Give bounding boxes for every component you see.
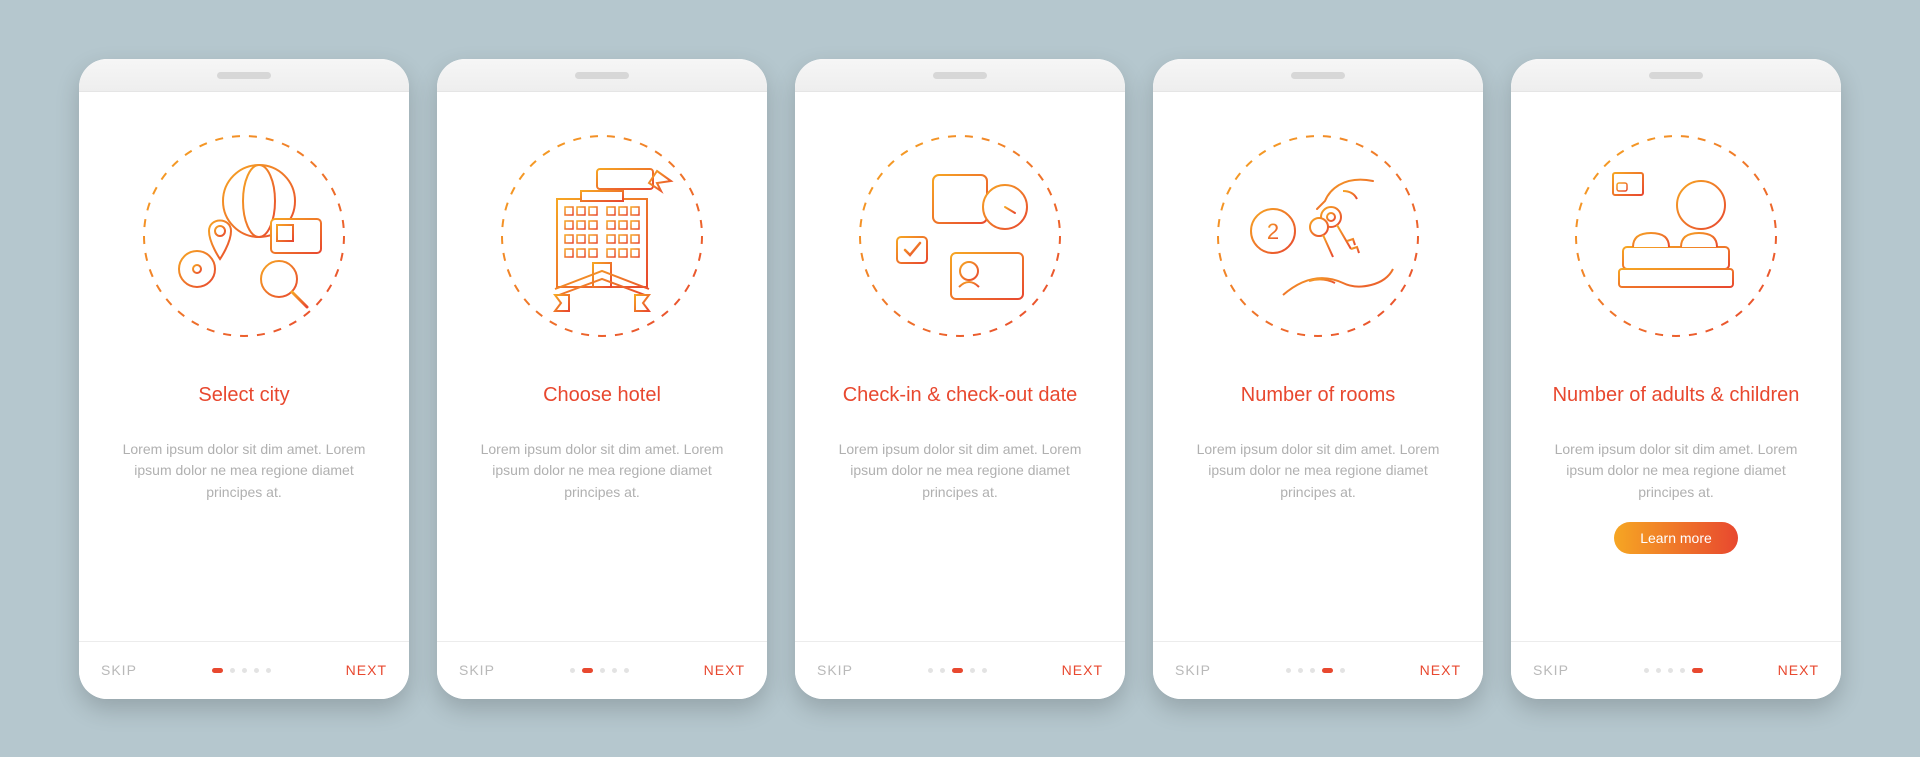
next-button[interactable]: NEXT [1778, 662, 1819, 678]
onboarding-title: Check-in & check-out date [843, 369, 1078, 421]
phone-frame: Select city Lorem ipsum dolor sit dim am… [79, 59, 409, 699]
hotel-building-icon [497, 131, 707, 341]
dot [570, 668, 575, 673]
onboarding-title: Choose hotel [543, 369, 661, 421]
dot [982, 668, 987, 673]
dot [1298, 668, 1303, 673]
dot [600, 668, 605, 673]
phone-speaker [1649, 72, 1703, 79]
onboarding-description: Lorem ipsum dolor sit dim amet. Lorem ip… [463, 439, 741, 504]
next-button[interactable]: NEXT [704, 662, 745, 678]
onboarding-title: Number of rooms [1241, 369, 1396, 421]
dot [254, 668, 259, 673]
dot [266, 668, 271, 673]
onboarding-screen: 2 Number of rooms Lorem ipsum dolor sit … [1153, 95, 1483, 699]
dot [1322, 668, 1333, 673]
onboarding-title: Number of adults & children [1553, 369, 1800, 421]
dot [242, 668, 247, 673]
dot [1680, 668, 1685, 673]
dot [230, 668, 235, 673]
page-indicator [928, 668, 987, 673]
bed-plus-icon [1571, 131, 1781, 341]
next-button[interactable]: NEXT [346, 662, 387, 678]
phone-frame: 2 Number of rooms Lorem ipsum dolor sit … [1153, 59, 1483, 699]
dot [1692, 668, 1703, 673]
keys-hand-icon: 2 [1213, 131, 1423, 341]
onboarding-footer: SKIP NEXT [1153, 641, 1483, 699]
page-indicator [1644, 668, 1703, 673]
dot [970, 668, 975, 673]
calendar-clock-icon [855, 131, 1065, 341]
phone-frame: Check-in & check-out date Lorem ipsum do… [795, 59, 1125, 699]
dot [212, 668, 223, 673]
phone-speaker [575, 72, 629, 79]
globe-map-pin-icon [139, 131, 349, 341]
phone-speaker [1291, 72, 1345, 79]
next-button[interactable]: NEXT [1062, 662, 1103, 678]
onboarding-footer: SKIP NEXT [1511, 641, 1841, 699]
next-button[interactable]: NEXT [1420, 662, 1461, 678]
phone-frame: Number of adults & children Lorem ipsum … [1511, 59, 1841, 699]
onboarding-description: Lorem ipsum dolor sit dim amet. Lorem ip… [105, 439, 383, 504]
dot [624, 668, 629, 673]
dot [1656, 668, 1661, 673]
skip-button[interactable]: SKIP [817, 662, 853, 678]
dot [952, 668, 963, 673]
dot [1310, 668, 1315, 673]
learn-more-button[interactable]: Learn more [1614, 522, 1738, 554]
onboarding-footer: SKIP NEXT [437, 641, 767, 699]
dot [1644, 668, 1649, 673]
skip-button[interactable]: SKIP [1533, 662, 1569, 678]
dot [1340, 668, 1345, 673]
svg-text:2: 2 [1267, 219, 1279, 244]
onboarding-description: Lorem ipsum dolor sit dim amet. Lorem ip… [1537, 439, 1815, 504]
dot [582, 668, 593, 673]
skip-button[interactable]: SKIP [101, 662, 137, 678]
dot [1668, 668, 1673, 673]
onboarding-screen: Choose hotel Lorem ipsum dolor sit dim a… [437, 95, 767, 699]
dot [928, 668, 933, 673]
onboarding-screen: Number of adults & children Lorem ipsum … [1511, 95, 1841, 699]
page-indicator [1286, 668, 1345, 673]
page-indicator [212, 668, 271, 673]
phone-speaker [217, 72, 271, 79]
onboarding-description: Lorem ipsum dolor sit dim amet. Lorem ip… [1179, 439, 1457, 504]
dot [612, 668, 617, 673]
onboarding-screen: Check-in & check-out date Lorem ipsum do… [795, 95, 1125, 699]
onboarding-screen: Select city Lorem ipsum dolor sit dim am… [79, 95, 409, 699]
onboarding-footer: SKIP NEXT [79, 641, 409, 699]
dot [1286, 668, 1291, 673]
onboarding-footer: SKIP NEXT [795, 641, 1125, 699]
page-indicator [570, 668, 629, 673]
skip-button[interactable]: SKIP [459, 662, 495, 678]
phone-frame: Choose hotel Lorem ipsum dolor sit dim a… [437, 59, 767, 699]
dot [940, 668, 945, 673]
phone-speaker [933, 72, 987, 79]
skip-button[interactable]: SKIP [1175, 662, 1211, 678]
onboarding-description: Lorem ipsum dolor sit dim amet. Lorem ip… [821, 439, 1099, 504]
onboarding-title: Select city [198, 369, 289, 421]
onboarding-stage: Select city Lorem ipsum dolor sit dim am… [29, 19, 1891, 739]
